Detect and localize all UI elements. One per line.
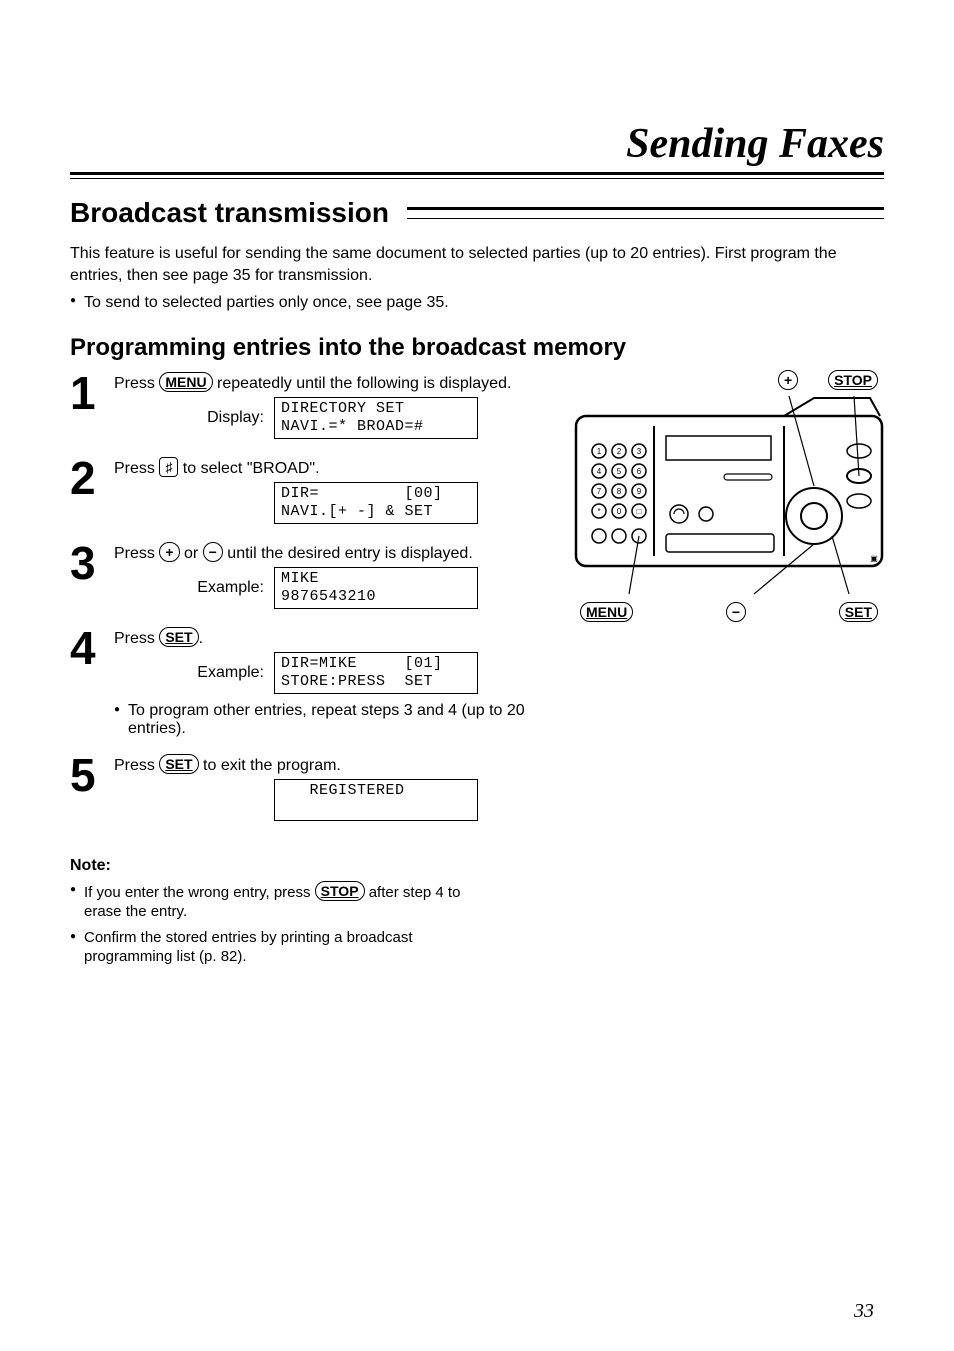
lcd-display: REGISTERED <box>274 779 478 821</box>
svg-text:2: 2 <box>617 447 622 456</box>
step-text: or <box>180 545 203 562</box>
note-item: If you enter the wrong entry, press STOP… <box>70 881 470 922</box>
step-text: Press <box>114 757 159 774</box>
step-text: Press <box>114 460 159 477</box>
menu-button-icon: MENU <box>159 372 212 392</box>
intro-block: This feature is useful for sending the s… <box>70 243 884 314</box>
svg-text:5: 5 <box>617 467 622 476</box>
plus-callout-icon: + <box>778 370 798 390</box>
display-label: Display: <box>114 409 264 427</box>
step-number: 5 <box>70 752 114 798</box>
step-text: . <box>199 630 203 647</box>
stop-button-icon: STOP <box>315 881 365 901</box>
svg-text:9: 9 <box>637 487 642 496</box>
svg-text:1: 1 <box>597 447 602 456</box>
step-text: repeatedly until the following is displa… <box>213 375 512 392</box>
svg-text:0: 0 <box>617 507 622 516</box>
divider <box>70 172 884 175</box>
step-3: 3 Press + or − until the desired entry i… <box>70 540 544 617</box>
svg-text:6: 6 <box>637 467 642 476</box>
menu-callout-icon: MENU <box>580 602 633 622</box>
lcd-display: DIR= [00] NAVI.[+ -] & SET <box>274 482 478 524</box>
step-text: until the desired entry is displayed. <box>223 545 473 562</box>
step-number: 1 <box>70 370 114 416</box>
step-text: to select "BROAD". <box>178 460 319 477</box>
set-button-icon: SET <box>159 754 198 774</box>
intro-bullet: To send to selected parties only once, s… <box>70 292 884 314</box>
plus-button-icon: + <box>159 542 179 562</box>
step-text: Press <box>114 630 159 647</box>
step-5: 5 Press SET to exit the program. REGISTE… <box>70 752 544 829</box>
step-text: Press <box>114 375 159 392</box>
svg-text:7: 7 <box>597 487 602 496</box>
svg-text:▣: ▣ <box>870 554 878 563</box>
svg-text:4: 4 <box>597 467 602 476</box>
note-item: Confirm the stored entries by printing a… <box>70 928 470 967</box>
minus-button-icon: − <box>203 542 223 562</box>
lcd-display: MIKE 9876543210 <box>274 567 478 609</box>
svg-text:*: * <box>597 507 600 516</box>
step-number: 4 <box>70 625 114 671</box>
set-callout-icon: SET <box>839 602 878 622</box>
svg-text:□: □ <box>637 507 642 516</box>
chapter-title: Sending Faxes <box>70 120 884 168</box>
display-label: Example: <box>114 664 264 682</box>
page-number: 33 <box>854 1300 874 1323</box>
display-label: Example: <box>114 579 264 597</box>
step-4: 4 Press SET. Example: DIR=MIKE [01] STOR… <box>70 625 544 744</box>
note-text: If you enter the wrong entry, press <box>84 884 315 901</box>
set-button-icon: SET <box>159 627 198 647</box>
step-number: 3 <box>70 540 114 586</box>
device-illustration: + STOP 1 2 3 4 5 6 <box>574 370 884 622</box>
stop-callout-icon: STOP <box>828 370 878 390</box>
lcd-display: DIRECTORY SET NAVI.=* BROAD=# <box>274 397 478 439</box>
fax-machine-icon: 1 2 3 4 5 6 7 8 9 * 0 □ <box>574 396 884 596</box>
subheading: Programming entries into the broadcast m… <box>70 334 884 362</box>
step-text: Press <box>114 545 159 562</box>
step-sub-bullet: To program other entries, repeat steps 3… <box>114 702 544 738</box>
section-title: Broadcast transmission <box>70 197 389 229</box>
step-number: 2 <box>70 455 114 501</box>
svg-text:3: 3 <box>637 447 642 456</box>
note-list: If you enter the wrong entry, press STOP… <box>70 881 470 967</box>
svg-text:8: 8 <box>617 487 622 496</box>
step-text: to exit the program. <box>199 757 341 774</box>
step-2: 2 Press ♯ to select "BROAD". DIR= [00] N… <box>70 455 544 532</box>
divider <box>407 207 884 219</box>
intro-text: This feature is useful for sending the s… <box>70 243 884 286</box>
note-heading: Note: <box>70 857 544 875</box>
lcd-display: DIR=MIKE [01] STORE:PRESS SET <box>274 652 478 694</box>
divider <box>70 178 884 179</box>
hash-button-icon: ♯ <box>159 457 178 477</box>
minus-callout-icon: − <box>726 602 746 622</box>
step-1: 1 Press MENU repeatedly until the follow… <box>70 370 544 447</box>
